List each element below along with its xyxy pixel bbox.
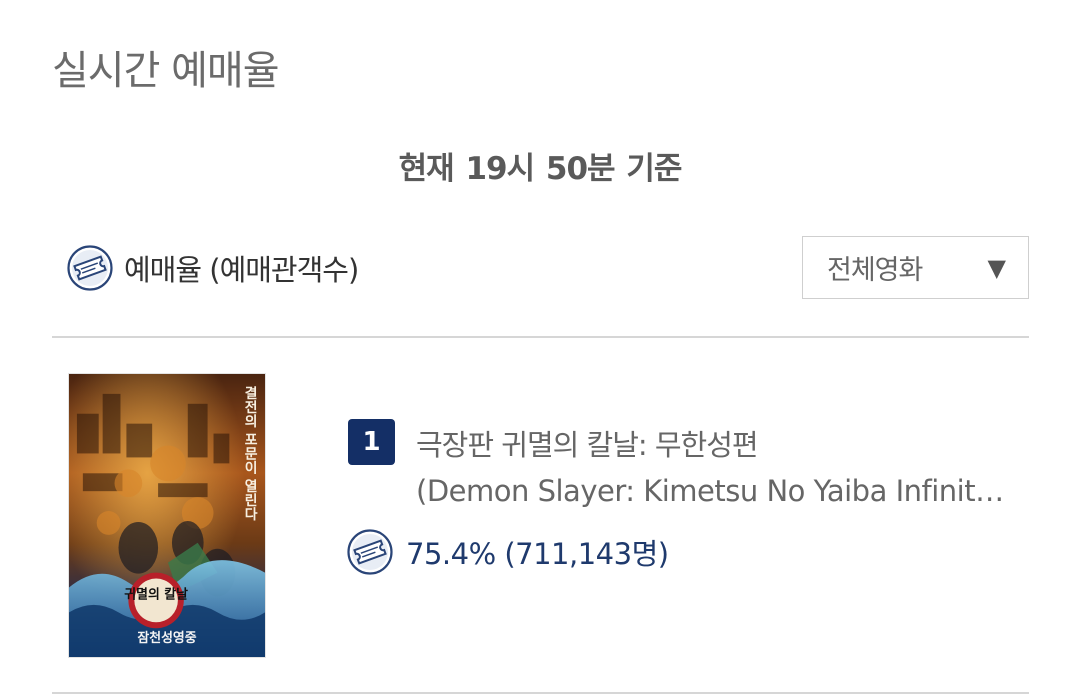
rate-text: 75.4% (711,143명) (406, 537, 669, 571)
chevron-down-icon: ▼ (987, 253, 1006, 282)
section-header: 예매율 (예매관객수) (66, 244, 359, 292)
movie-list-item[interactable]: 귀멸의 칼날 잠천성영중 결전의 포문이 열린다 1 극장판 귀멸의 칼날: 무… (0, 338, 1080, 692)
reservation-rate: 75.4% (711,143명) (346, 528, 669, 576)
poster-vertical-caption: 결전의 포문이 열린다 (241, 385, 257, 522)
ticket-icon (66, 244, 114, 292)
poster-bottom-text: 잠천성영중 (137, 630, 196, 646)
filter-selected-value: 전체영화 (827, 255, 923, 286)
page-title: 실시간 예매율 (52, 48, 280, 94)
movie-poster[interactable]: 귀멸의 칼날 잠천성영중 결전의 포문이 열린다 (68, 373, 266, 658)
movie-filter-select[interactable]: 전체영화 ▼ (802, 236, 1029, 299)
section-label: 예매율 (예매관객수) (124, 253, 359, 287)
divider (52, 692, 1029, 694)
movie-subtitle[interactable]: (Demon Slayer: Kimetsu No Yaiba Infinity… (416, 474, 1006, 508)
ticket-icon (346, 528, 394, 576)
timestamp: 현재 19시 50분 기준 (398, 151, 683, 187)
movie-title[interactable]: 극장판 귀멸의 칼날: 무한성편 (416, 422, 759, 464)
rank-badge: 1 (348, 419, 395, 465)
poster-logo-text: 귀멸의 칼날 (124, 586, 188, 602)
